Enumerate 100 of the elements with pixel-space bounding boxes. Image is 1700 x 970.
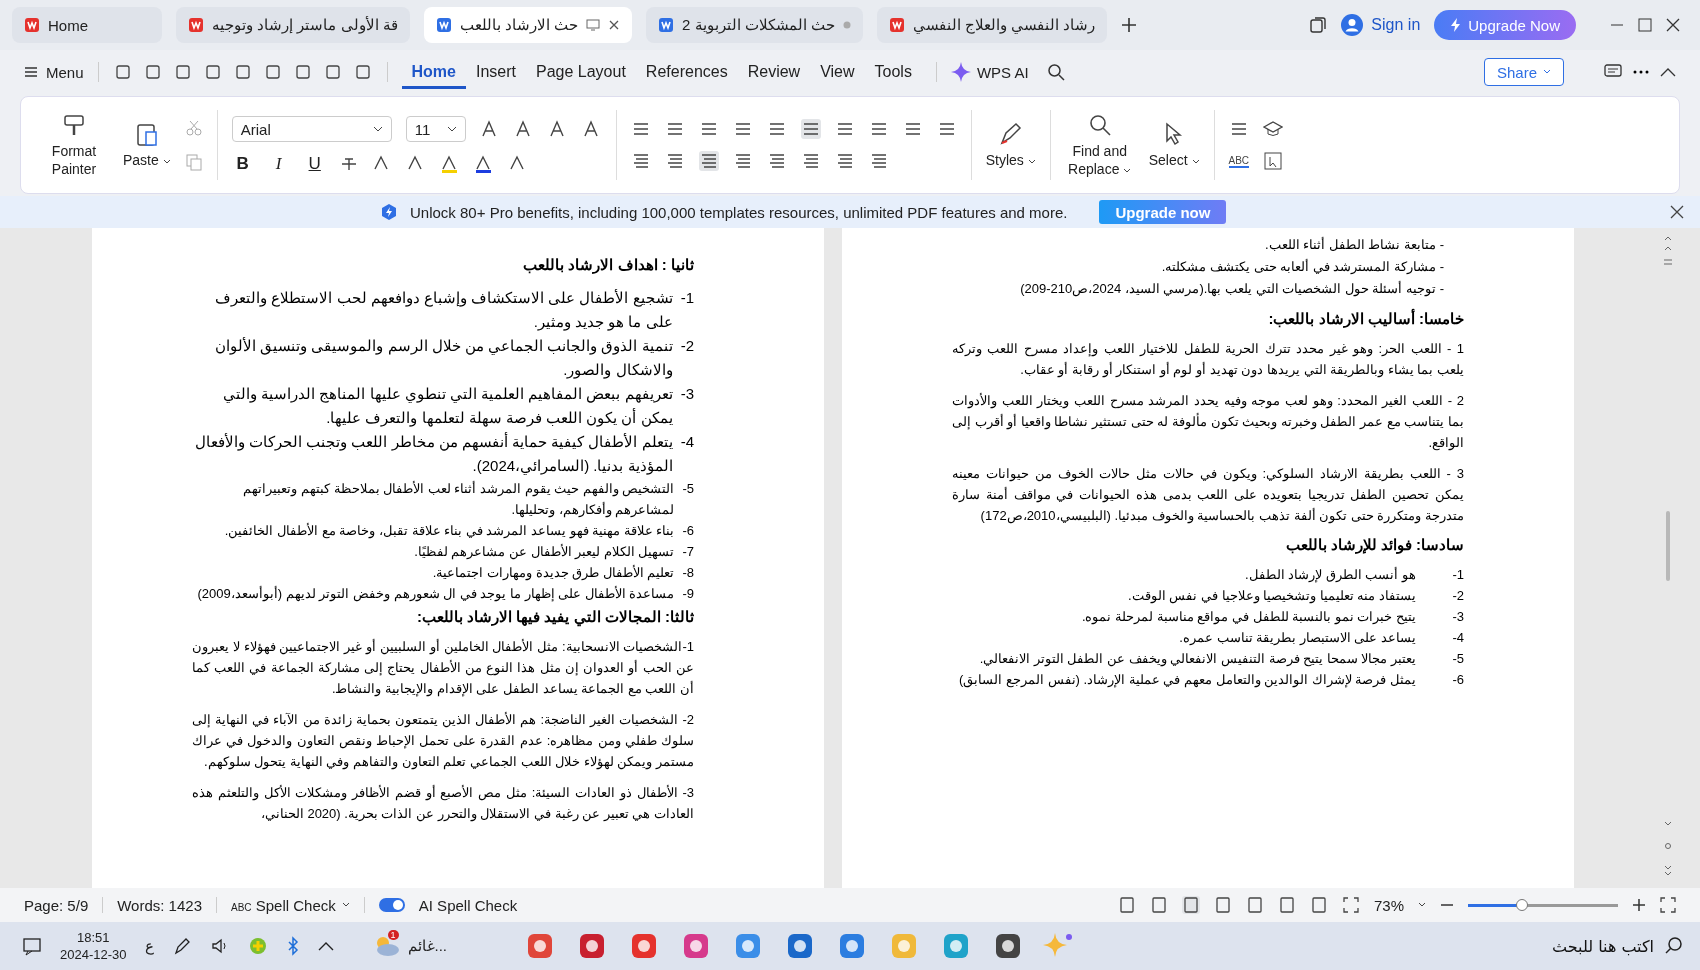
more-icon[interactable] bbox=[1632, 69, 1650, 75]
document-tab[interactable]: حث الارشاد باللعب bbox=[423, 7, 632, 43]
collapse-icon[interactable] bbox=[1660, 67, 1676, 77]
windows-icon[interactable] bbox=[1309, 16, 1328, 34]
list-number: 1- bbox=[1451, 566, 1464, 584]
zoom-level[interactable]: 73% bbox=[1373, 896, 1404, 914]
word-count[interactable]: Words: 1423 bbox=[117, 896, 202, 914]
upgrade-now-button[interactable]: Upgrade Now bbox=[1434, 10, 1576, 40]
format-toggle[interactable]: U bbox=[303, 154, 326, 174]
promo-text: Unlock 80+ Pro benefits, including 100,000 templates resources, unlimited PDF features and more. bbox=[410, 203, 1068, 221]
select-button[interactable]: Select bbox=[1148, 121, 1200, 169]
ribbon-tab[interactable]: Page Layout bbox=[526, 55, 636, 89]
paragraph: 1 - اللعب الحر: وهو غير محدد تترك الحرية للطفل للاختيار اللعب وإعداد مسرح اللعب وتركه يلعب بما يشاء وبالطريقة التي يريدها دون تهديد أو لوم أو استنكار أو رقابة أو عقاب. bbox=[952, 340, 1464, 380]
align-right-icon[interactable] bbox=[698, 151, 719, 171]
list-item-text: تنمية الذوق والجانب الجماعي من خلال الرسم والموسيقى وتنسيق الألوان والاشكال والصور. bbox=[214, 336, 673, 381]
taskbar-search-field[interactable]: اكتب هنا للبحث bbox=[1502, 935, 1684, 957]
paragraph: 1-الشخصيات الانسحابية: مثل الأطفال الخاملين أو السلبيين أو غير الاجتماعيين فهؤلاء لا يعبرون عن الحب أو العدوان إن مثل هذا النوع من الأطفال يحتاج إلى مشاركة الجماعة في اللعب كما أن اللعب مع الجماعة يساعد الطفل على الإقدام والإيجابية والنشاط. bbox=[192, 638, 694, 699]
zoom-in-icon[interactable] bbox=[1632, 898, 1646, 912]
list-number: 4- bbox=[680, 432, 694, 452]
strikethrough-icon[interactable] bbox=[339, 155, 358, 173]
list-number: 7- bbox=[682, 543, 694, 561]
list-item-text: بناء علاقة مهنية فهو يساعد المرشد في بناء علاقة تقبل، وخاصة مع الأطفال الخائفين. bbox=[223, 522, 675, 541]
spell-check-label[interactable]: ABC bbox=[1228, 154, 1250, 168]
highlight-icon[interactable] bbox=[439, 154, 460, 174]
fit-page-icon[interactable] bbox=[1341, 896, 1360, 914]
notification-badge: 1 bbox=[387, 930, 399, 940]
document-tab[interactable]: قة الأولى ماستر إرشاد وتوجيه bbox=[176, 7, 410, 43]
list-number: 5- bbox=[682, 480, 694, 498]
paragraph: 2 - اللعب الغير المحدد: وهو لعب موجه وفيه يحدد المرشد مسرح اللعب ويختار اللعب والأدوات بما يتناسب مع عمر الطفل وخبرته وبحيث تكون مألوفة له حتى تستثير نشاطا واقعيا أو أقرب إلى الواقع. bbox=[952, 392, 1464, 453]
avatar-icon bbox=[1341, 14, 1364, 36]
ribbon-tab[interactable]: Review bbox=[737, 55, 811, 89]
wps-ai-button[interactable]: WPS AI bbox=[950, 62, 1029, 82]
format-toggle[interactable]: I bbox=[267, 154, 290, 174]
font-size-dropdown[interactable]: 11 bbox=[405, 116, 466, 142]
font-color-icon[interactable] bbox=[473, 154, 494, 174]
find-and-replace-button[interactable]: Find and Replace bbox=[1064, 112, 1135, 178]
paste-button[interactable]: Paste bbox=[123, 121, 171, 169]
clock[interactable]: 18:51 2024-12-30 bbox=[60, 929, 127, 963]
ribbon-tab[interactable]: View bbox=[810, 55, 865, 89]
comment-icon[interactable] bbox=[1604, 64, 1622, 80]
document-tab[interactable]: Home bbox=[12, 7, 162, 43]
toggle-switch[interactable] bbox=[378, 898, 405, 912]
list-number: 3- bbox=[680, 384, 694, 404]
list-number: 6- bbox=[1451, 671, 1464, 689]
list-item-text: تسهيل الكلام ليعبر الأطفال عن مشاعرهم لفظيًا. bbox=[413, 543, 675, 562]
maximize-icon[interactable] bbox=[1638, 18, 1652, 32]
pro-shield-icon bbox=[380, 203, 398, 221]
notification-icon[interactable] bbox=[22, 936, 42, 956]
ribbon-tab[interactable]: References bbox=[635, 55, 738, 89]
list-item-text: التشخيص والفهم حيث يقوم المرشد أثناء لعب الأطفال بملاحظة كبتهم وتعبيراتهم لمشاعرهم وأفكارهم، وتحليلها. bbox=[242, 480, 675, 520]
unsaved-dot-icon bbox=[842, 21, 851, 29]
format-painter-button[interactable]: Format Painter bbox=[39, 112, 109, 178]
menu-button[interactable]: Menu bbox=[24, 63, 84, 81]
ribbon-tab[interactable]: Tools bbox=[864, 55, 922, 89]
search-icon[interactable] bbox=[1046, 63, 1065, 81]
lightning-icon bbox=[1450, 18, 1463, 32]
paint-brush-icon bbox=[61, 112, 87, 138]
format-toggle[interactable]: B bbox=[231, 154, 254, 174]
cursor-box-icon[interactable] bbox=[1263, 151, 1284, 171]
section-heading: خامسا: أساليب الارشاد باللعب: bbox=[1267, 310, 1464, 328]
list-item-text: يساعد على الاستبصار بطريقة تناسب عمره. bbox=[1178, 629, 1416, 647]
language-indicator[interactable]: ع bbox=[144, 937, 154, 955]
search-icon bbox=[1664, 936, 1684, 956]
zoom-slider-thumb[interactable] bbox=[1516, 898, 1528, 911]
paragraph: 3 - اللعب بطريقة الارشاد السلوكي: ويكون في حالات مثل حالات الخوف من حيوانات معينه يمكن تحصين الطفل تدريجيا بتعويده على اللعب بدمى هذه الحيوانات في مواقف أمنة سارة متدرجة ومتكررة حتى تكون ألفة تذهب بالحساسية والخوف مبدئيا. (البلبيسي،2010،ص172) bbox=[952, 465, 1464, 526]
document-file-icon bbox=[658, 17, 674, 33]
ribbon-tab[interactable]: Insert bbox=[466, 55, 526, 89]
monitor-icon bbox=[586, 19, 600, 31]
fullscreen-icon[interactable] bbox=[1660, 897, 1676, 913]
graduation-cap-icon[interactable] bbox=[1262, 119, 1283, 139]
bullet-item: - توجيه أسئلة حول الشخصيات التي يلعب بها.(مرسي السيد، 2024،ص210-209) bbox=[1019, 280, 1445, 299]
styles-button[interactable]: Styles bbox=[985, 121, 1036, 169]
list-number: 9- bbox=[682, 585, 694, 603]
list-item-text: يستفاد منه تعليميا وتشخيصيا وعلاجيا في نفس الوقت. bbox=[1127, 587, 1416, 606]
new-tab-icon[interactable] bbox=[1121, 17, 1138, 33]
section-heading: سادسا: فوائد للإرشاد باللعب bbox=[1284, 536, 1464, 554]
close-icon[interactable] bbox=[1670, 205, 1684, 219]
ai-spell-check-label: AI Spell Check bbox=[418, 896, 518, 914]
list-number: 2- bbox=[1451, 587, 1464, 605]
bluetooth-icon[interactable] bbox=[285, 936, 300, 956]
document-tab[interactable]: حث المشكلات التربوية 2 bbox=[646, 7, 863, 43]
list-item-text: يتعلم الأطفال كيفية حماية أنفسهم من مخاطر اللعب وتجنب الحركات والأفعال المؤذية بدنيا. (السامرائي،2024). bbox=[193, 431, 673, 477]
bullet-item: - متابعة نشاط الطفل أثناء اللعب. bbox=[1264, 236, 1445, 254]
spell-check-button[interactable]: ABC Spell Check bbox=[231, 896, 336, 914]
ribbon-tab[interactable]: Home bbox=[401, 55, 466, 89]
page-count[interactable]: Page: 5/9 bbox=[24, 896, 89, 914]
list-number: 5- bbox=[1451, 650, 1464, 668]
list-number: 4- bbox=[1451, 629, 1464, 647]
sparkle-icon bbox=[950, 62, 971, 82]
close-icon[interactable] bbox=[608, 19, 620, 31]
document-tab[interactable]: رشاد النفسي والعلاج النفسي bbox=[876, 7, 1108, 43]
chevron-up-icon[interactable] bbox=[317, 941, 334, 951]
share-button[interactable]: Share bbox=[1483, 58, 1564, 86]
section-heading: ثالثا: المجالات التي يفيد فيها الارشاد باللعب: bbox=[416, 608, 694, 626]
list-number: 3- bbox=[1451, 608, 1464, 626]
font-dropdown[interactable]: Arial bbox=[231, 116, 392, 142]
close-icon[interactable] bbox=[1666, 18, 1680, 32]
list-item-text: تعريفهم ببعض المفاهيم العلمية التي تنطوي عليها المناهج الدراسية والتي يمكن أن يكون اللعب فرصة سهلة لتعلمها والتعرف عليها. bbox=[222, 384, 673, 429]
sign-in-button[interactable]: Sign in bbox=[1341, 14, 1421, 36]
wps-logo-icon bbox=[24, 17, 40, 33]
